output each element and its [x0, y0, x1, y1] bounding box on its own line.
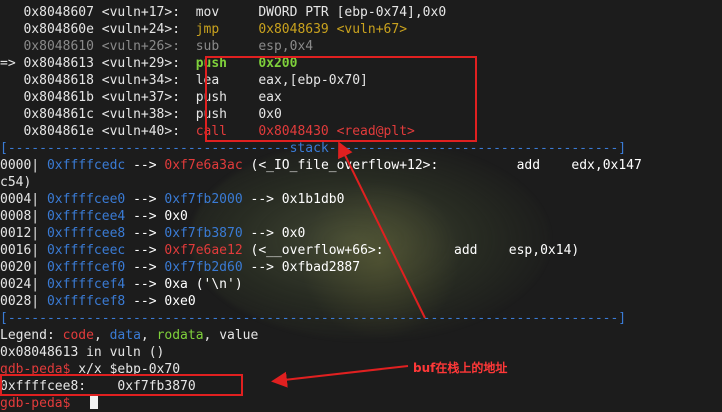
annotation-label: buf在栈上的地址 [413, 361, 508, 375]
arrow-to-instructions [338, 141, 426, 319]
annotation-arrows [271, 141, 426, 388]
arrow-to-result [271, 365, 409, 388]
